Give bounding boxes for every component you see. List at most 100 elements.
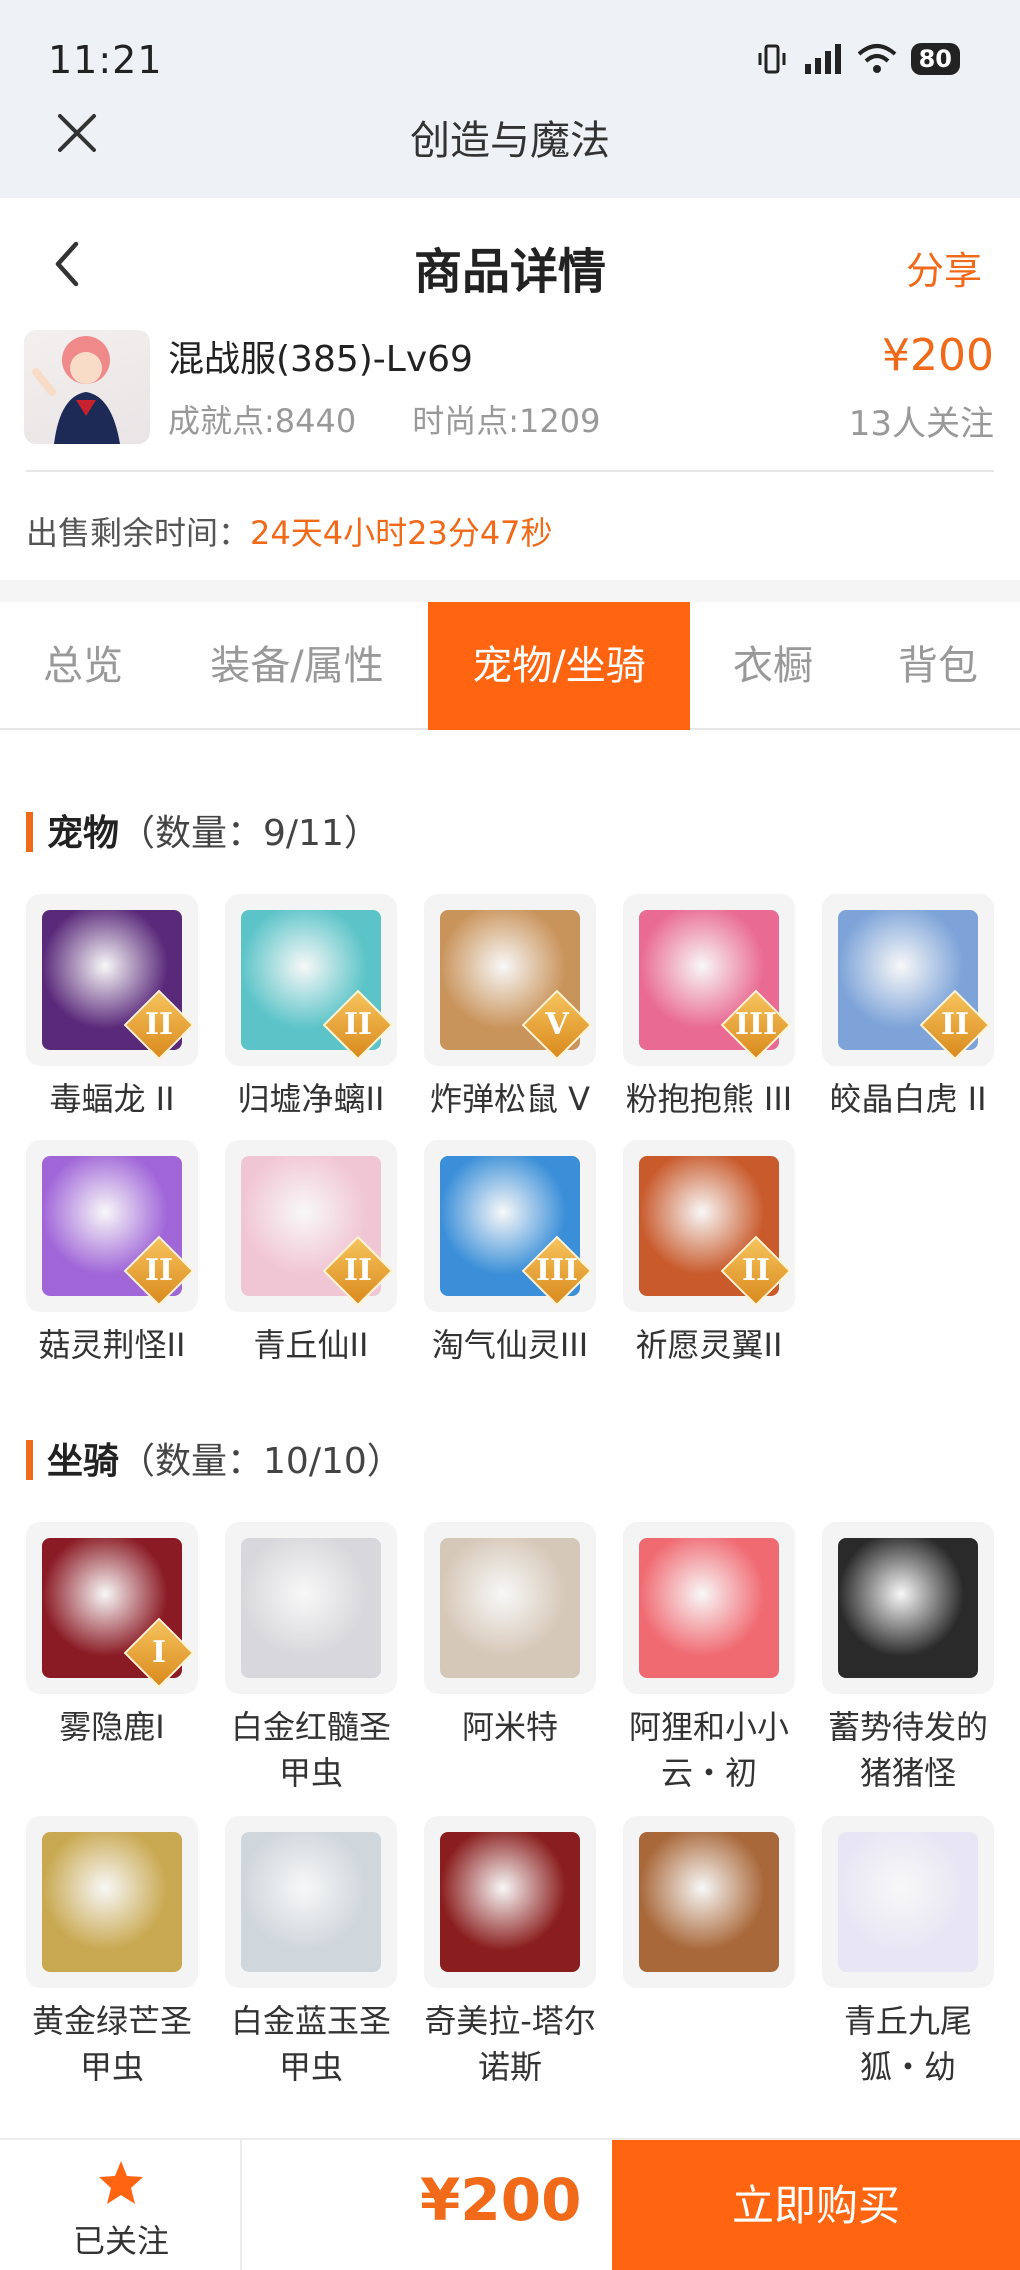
item-thumbnail: II [225, 894, 397, 1066]
creature-image [440, 1832, 580, 1972]
follow-button[interactable]: 已关注 [0, 2140, 242, 2270]
creature-image [639, 1832, 779, 1972]
item-label: 皎晶白虎 II [829, 1080, 987, 1118]
item-summary: 混战服(385)-Lv69 成就点:8440 时尚点:1209 ¥200 13人关… [0, 330, 1020, 472]
pet-item[interactable]: II 皎晶白虎 II [822, 894, 994, 1122]
buy-now-button[interactable]: 立即购买 [612, 2140, 1020, 2270]
mount-item[interactable]: I 雾隐鹿I [26, 1522, 198, 1750]
tab-backpack[interactable]: 背包 [856, 602, 1020, 730]
pet-item[interactable]: II 青丘仙II [225, 1140, 397, 1368]
tab-bar: 总览 装备/属性 宠物/坐骑 衣橱 背包 [0, 602, 1020, 730]
item-thumbnail [26, 1816, 198, 1988]
item-label: 祈愿灵翼II [635, 1326, 783, 1364]
item-label: 菇灵荆怪II [38, 1326, 186, 1364]
page-header: 商品详情 分享 [0, 198, 1020, 330]
item-label: 粉抱抱熊 III [625, 1080, 793, 1118]
pet-item[interactable]: II 菇灵荆怪II [26, 1140, 198, 1368]
item-label: 蓄势待发的猪猪怪 [827, 1708, 988, 1792]
grade-label: II [940, 1007, 970, 1042]
creature-image [440, 1538, 580, 1678]
item-label: 雾隐鹿I [59, 1708, 165, 1746]
grade-label: II [343, 1253, 373, 1288]
grade-label: II [144, 1253, 174, 1288]
item-thumbnail [424, 1816, 596, 1988]
pet-item[interactable]: III 粉抱抱熊 III [623, 894, 795, 1122]
item-stats: 成就点:8440 时尚点:1209 [168, 396, 600, 442]
item-label: 白金红髓圣甲虫 [230, 1708, 391, 1792]
character-portrait-icon [32, 336, 120, 444]
item-thumbnail: III [623, 894, 795, 1066]
mount-item[interactable]: 蓄势待发的猪猪怪 [822, 1522, 994, 1796]
pet-item[interactable]: II 祈愿灵翼II [623, 1140, 795, 1368]
mount-item[interactable]: 阿狸和小小云・初 [623, 1522, 795, 1796]
pet-item[interactable]: II 毒蝠龙 II [26, 894, 198, 1122]
item-thumbnail: II [26, 1140, 198, 1312]
follow-label: 已关注 [72, 2222, 169, 2260]
tab-equipment[interactable]: 装备/属性 [166, 602, 428, 730]
share-button[interactable]: 分享 [906, 240, 982, 295]
grade-label: II [144, 1007, 174, 1042]
creature-image [838, 1538, 978, 1678]
section-marker [26, 812, 33, 852]
mount-item[interactable] [623, 1816, 795, 1998]
page-title: 商品详情 [413, 244, 606, 300]
pet-item[interactable]: II 归墟净螭II [225, 894, 397, 1122]
fashion-points: 时尚点:1209 [412, 402, 601, 440]
grade-label: II [741, 1253, 771, 1288]
creature-image [42, 1832, 182, 1972]
item-thumbnail [225, 1522, 397, 1694]
achievement-points: 成就点:8440 [168, 402, 357, 440]
creature-image [241, 1538, 381, 1678]
tab-wardrobe[interactable]: 衣橱 [690, 602, 856, 730]
mount-item[interactable]: 奇美拉-塔尔诺斯 [424, 1816, 596, 2090]
grade-label: III [535, 1253, 579, 1288]
mount-item[interactable]: 白金蓝玉圣甲虫 [225, 1816, 397, 2090]
battery-icon: 80 [910, 43, 960, 75]
section-marker [26, 1440, 33, 1480]
sale-remaining-time: 出售剩余时间：24天4小时23分47秒 [26, 508, 553, 554]
divider [26, 470, 994, 472]
mount-item[interactable]: 黄金绿芒圣甲虫 [26, 1816, 198, 2090]
item-name: 混战服(385)-Lv69 [168, 339, 473, 380]
tab-pets-mounts[interactable]: 宠物/坐骑 [428, 602, 690, 730]
item-thumbnail [424, 1522, 596, 1694]
app-bar: 11:21 80 创造与魔法 [0, 0, 1020, 198]
mounts-section-title: 坐骑（数量：10/10） [26, 1432, 403, 1484]
mount-item[interactable]: 白金红髓圣甲虫 [225, 1522, 397, 1796]
item-label: 青丘仙II [253, 1326, 369, 1364]
item-label: 阿狸和小小云・初 [628, 1708, 789, 1792]
item-thumbnail [623, 1522, 795, 1694]
star-icon [99, 2161, 143, 2204]
item-thumbnail [225, 1816, 397, 1988]
grade-label: II [343, 1007, 373, 1042]
vibrate-icon [758, 44, 786, 74]
status-time: 11:21 [48, 38, 163, 82]
creature-image [838, 1832, 978, 1972]
item-thumbnail: I [26, 1522, 198, 1694]
sale-remaining-label: 出售剩余时间： [26, 514, 251, 552]
item-thumbnail: II [623, 1140, 795, 1312]
item-thumbnail: II [26, 894, 198, 1066]
item-thumbnail: II [225, 1140, 397, 1312]
item-label: 白金蓝玉圣甲虫 [230, 2002, 391, 2086]
mount-item[interactable]: 阿米特 [424, 1522, 596, 1750]
signal-icon [804, 44, 841, 74]
tab-overview[interactable]: 总览 [0, 602, 166, 730]
item-label: 青丘九尾狐・幼 [843, 2002, 972, 2086]
mount-item[interactable]: 青丘九尾狐・幼 [822, 1816, 994, 2090]
app-title: 创造与魔法 [410, 118, 610, 164]
creature-image [241, 1832, 381, 1972]
pet-item[interactable]: V 炸弹松鼠 V [424, 894, 596, 1122]
bottom-bar: 已关注 ¥200 立即购买 [0, 2138, 1020, 2270]
pets-title: 宠物 [47, 813, 120, 854]
item-thumbnail [623, 1816, 795, 1988]
item-thumbnail [822, 1522, 994, 1694]
follower-count: 13人关注 [848, 404, 994, 444]
grade-label: III [734, 1007, 778, 1042]
item-label: 归墟净螭II [237, 1080, 385, 1118]
mounts-count: （数量：10/10） [119, 1441, 403, 1482]
item-label: 黄金绿芒圣甲虫 [31, 2002, 192, 2086]
product-detail-page: 11:21 80 创造与魔法 商品详情 分享 混战服(385)-Lv69 成就点… [0, 0, 1020, 2270]
item-thumbnail: V [424, 894, 596, 1066]
pet-item[interactable]: III 淘气仙灵III [424, 1140, 596, 1368]
